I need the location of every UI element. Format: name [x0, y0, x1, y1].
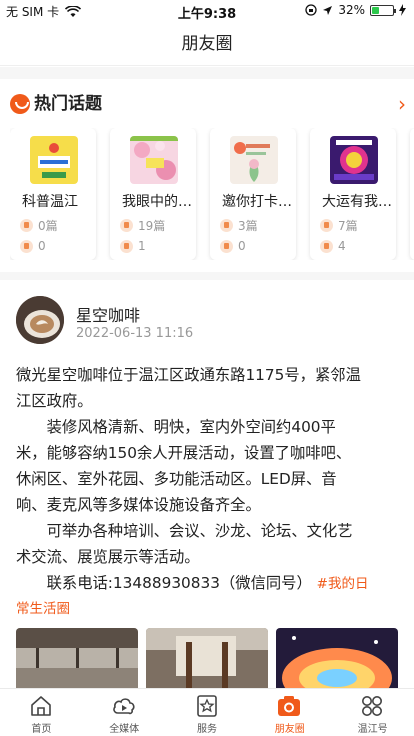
- hot-topics-title: 热门话题: [34, 94, 102, 114]
- page-title: 朋友圈: [181, 34, 233, 54]
- tab-moments[interactable]: 朋友圈: [248, 689, 331, 736]
- topic-posts: 19篇: [120, 217, 165, 234]
- post-author[interactable]: 星空咖啡: [76, 302, 140, 326]
- topic-name: 大运有我…: [322, 194, 392, 210]
- post-photo[interactable]: [276, 628, 398, 688]
- hashtag-link[interactable]: #我的日: [317, 576, 369, 592]
- chevron-right-icon[interactable]: ›: [398, 92, 406, 116]
- section-divider: [0, 272, 414, 280]
- topic-card[interactable]: 我眼中的… 19篇 1: [110, 128, 196, 260]
- tab-service[interactable]: 服务: [166, 689, 249, 736]
- document-icon: [20, 219, 33, 232]
- topic-likes: 0: [20, 239, 46, 253]
- tab-wenjiang[interactable]: 温江号: [331, 689, 414, 736]
- fire-icon: [220, 239, 233, 253]
- post-line: 微光星空咖啡位于温江区政通东路1175号，紧邻温: [16, 366, 361, 384]
- status-bar: 无 SIM 卡 上午9:38 32%: [0, 0, 414, 22]
- universiade-poster-icon: [330, 136, 378, 184]
- post-line: 休闲区、室外花园、多功能活动区。LED屏、音: [16, 470, 337, 488]
- section-gap: [0, 67, 414, 79]
- tab-media[interactable]: 全媒体: [83, 689, 166, 736]
- post-line: 联系电话:13488930833（微信同号） #我的日: [16, 574, 369, 592]
- post-content: 微光星空咖啡位于温江区政通东路1175号，紧邻温 江区政府。 装修风格清新、明快…: [16, 362, 400, 620]
- science-poster-icon: [30, 136, 78, 184]
- topic-card[interactable]: 邀你打卡… 3篇 0: [210, 128, 296, 260]
- star-service-icon: [196, 695, 217, 717]
- topic-name: 我眼中的…: [122, 194, 192, 210]
- document-icon: [220, 219, 233, 232]
- topic-likes: 1: [120, 239, 146, 253]
- location-icon: [323, 5, 333, 15]
- topic-name: 邀你打卡…: [222, 194, 292, 210]
- post-line: 米，能够容纳150余人开展活动，设置了咖啡吧、: [16, 444, 352, 462]
- topic-posts: 3篇: [220, 217, 258, 234]
- hot-topics-logo-icon: [10, 94, 30, 114]
- topic-posts: 7篇: [320, 217, 358, 234]
- avatar[interactable]: [16, 296, 64, 344]
- topic-card[interactable]: 大运有我… 7篇 4: [310, 128, 396, 260]
- fire-icon: [20, 239, 33, 253]
- post-timestamp: 2022-06-13 11:16: [76, 326, 194, 341]
- post-photos: [16, 628, 414, 688]
- post-photo[interactable]: [146, 628, 268, 688]
- media-play-icon: [113, 698, 135, 715]
- topic-posts: 0篇: [20, 217, 58, 234]
- battery-icon: [370, 4, 396, 16]
- tab-bar: 首页 全媒体 服务 朋友圈 温江号: [0, 688, 414, 736]
- hashtag-link[interactable]: 常生活圈: [16, 601, 70, 617]
- orientation-lock-icon: [305, 4, 317, 16]
- app-screen: 无 SIM 卡 上午9:38 32% 朋友圈 热门话题 › 科普温江 0篇 0 …: [0, 0, 414, 736]
- camera-icon: [278, 696, 301, 716]
- post-photo[interactable]: [16, 628, 138, 688]
- charging-icon: [399, 4, 406, 16]
- grid-icon: [362, 696, 383, 716]
- fire-icon: [320, 239, 333, 253]
- fire-icon: [120, 239, 133, 253]
- topic-card-partial[interactable]: [410, 128, 414, 260]
- flower-poster-icon: [230, 136, 278, 184]
- post-line: 可举办各种培训、会议、沙龙、论坛、文化艺: [16, 522, 353, 540]
- topic-name: 科普温江: [22, 194, 78, 210]
- spring-blossom-icon: [130, 136, 178, 184]
- post-line: 江区政府。: [16, 392, 93, 410]
- post-line: 术交流、展览展示等活动。: [16, 548, 200, 566]
- hot-topics-header: 热门话题 ›: [10, 92, 406, 118]
- document-icon: [120, 219, 133, 232]
- topic-card[interactable]: 科普温江 0篇 0: [10, 128, 96, 260]
- home-icon: [31, 696, 51, 716]
- document-icon: [320, 219, 333, 232]
- tab-home[interactable]: 首页: [0, 689, 83, 736]
- post-line: 装修风格清新、明快，室内外空间约400平: [16, 418, 336, 436]
- topic-likes: 4: [320, 239, 346, 253]
- battery-percent: 32%: [338, 3, 365, 17]
- nav-bar: 朋友圈: [0, 22, 414, 66]
- post-line: 常生活圈: [16, 597, 400, 620]
- post-line: 响、麦克风等多媒体设施设备齐全。: [16, 496, 261, 514]
- hot-topics-list: 科普温江 0篇 0 我眼中的… 19篇 1 邀你打卡… 3篇 0 大运有我… 7…: [10, 128, 414, 260]
- topic-likes: 0: [220, 239, 246, 253]
